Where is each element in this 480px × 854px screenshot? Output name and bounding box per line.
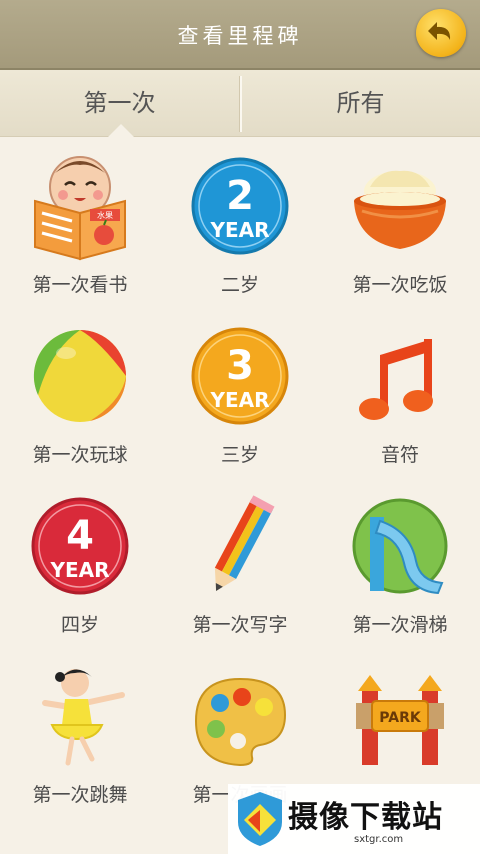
- badge-number: 2: [226, 173, 254, 219]
- milestone-item[interactable]: 第一次跳舞: [0, 647, 160, 817]
- milestone-item[interactable]: 音符: [320, 307, 480, 477]
- milestone-label: 音符: [380, 444, 419, 466]
- badge-number: 3: [226, 343, 254, 389]
- year-4-badge-icon: 4 YEAR: [31, 497, 129, 595]
- park-sign-text: PARK: [379, 710, 422, 726]
- badge-word: YEAR: [49, 558, 109, 582]
- pencil-icon: [214, 495, 275, 592]
- tab-all[interactable]: 所有: [241, 70, 480, 136]
- milestone-item[interactable]: 第一次吃饭: [320, 137, 480, 307]
- watermark: 摄像下载站 sxtgr.com: [228, 784, 480, 854]
- watermark-logo-icon: [238, 792, 282, 846]
- milestone-item[interactable]: 第一次滑梯: [320, 477, 480, 647]
- top-bar: 查看里程碑: [0, 0, 480, 70]
- milestone-label: 第一次玩球: [32, 444, 128, 466]
- badge-word: YEAR: [209, 388, 269, 412]
- watermark-text: 摄像下载站: [288, 800, 443, 835]
- badge-word: YEAR: [209, 218, 269, 242]
- rice-bowl-icon: [354, 170, 446, 249]
- milestone-item[interactable]: 水果 第一次看书: [0, 137, 160, 307]
- milestone-label: 第一次看书: [32, 274, 128, 296]
- milestone-item[interactable]: 第一次玩球: [0, 307, 160, 477]
- year-3-badge-icon: 3 YEAR: [191, 327, 289, 425]
- tab-bar: 第一次 所有: [0, 70, 480, 137]
- milestone-item[interactable]: 2 YEAR 二岁: [160, 137, 320, 307]
- milestone-label: 第一次吃饭: [352, 274, 448, 296]
- milestone-label: 四岁: [60, 614, 99, 636]
- milestone-label: 三岁: [220, 444, 259, 466]
- milestone-label: 第一次写字: [192, 614, 288, 636]
- milestone-item[interactable]: 4 YEAR 四岁: [0, 477, 160, 647]
- badge-number: 4: [66, 513, 94, 559]
- back-arrow-icon: [428, 22, 451, 40]
- slide-icon: [352, 498, 448, 595]
- dancing-girl-icon: [42, 669, 125, 766]
- paint-palette-icon: [194, 677, 287, 767]
- active-tab-pointer: [108, 124, 134, 137]
- milestone-label: 二岁: [220, 274, 259, 296]
- milestone-label: 第一次跳舞: [32, 784, 128, 806]
- book-badge-text: 水果: [97, 210, 113, 220]
- watermark-url: sxtgr.com: [354, 834, 404, 845]
- park-gate-icon: PARK: [356, 675, 444, 765]
- back-button[interactable]: [416, 9, 466, 57]
- ball-icon: [33, 329, 127, 422]
- reading-baby-icon: 水果: [34, 156, 126, 261]
- milestone-item[interactable]: 3 YEAR 三岁: [160, 307, 320, 477]
- page-title: 查看里程碑: [177, 24, 303, 48]
- year-2-badge-icon: 2 YEAR: [191, 157, 289, 255]
- milestone-item[interactable]: 第一次写字: [160, 477, 320, 647]
- music-note-icon: [359, 339, 433, 420]
- milestone-label: 第一次滑梯: [352, 614, 448, 636]
